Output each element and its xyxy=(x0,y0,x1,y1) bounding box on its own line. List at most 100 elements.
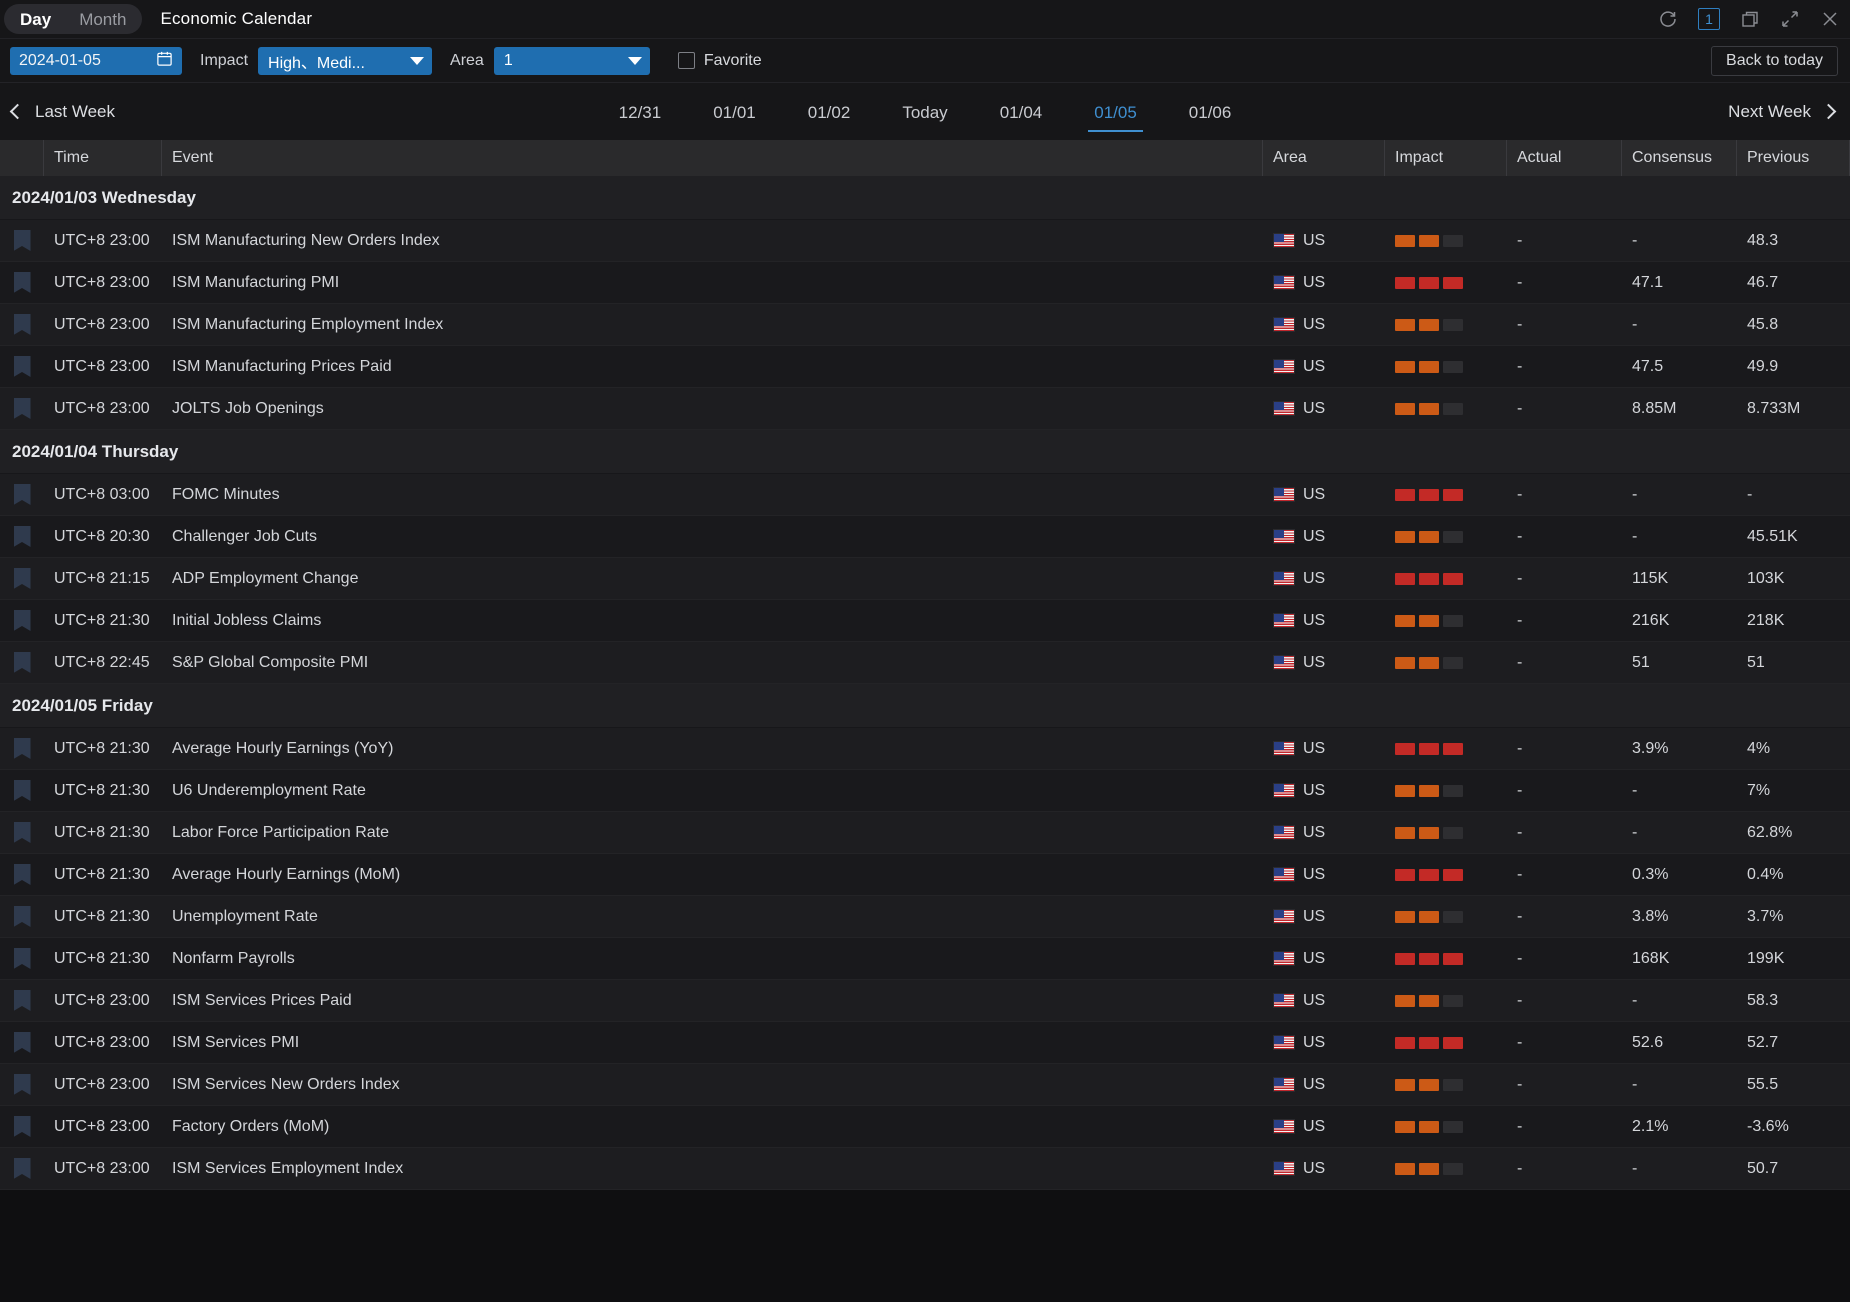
bookmark-icon[interactable] xyxy=(14,652,31,673)
day-tab[interactable]: Today xyxy=(894,86,955,138)
table-row[interactable]: UTC+8 23:00ISM Services PMIUS-52.652.7 xyxy=(0,1022,1850,1064)
day-tab[interactable]: 01/04 xyxy=(992,86,1051,138)
row-bookmark-cell[interactable] xyxy=(0,516,44,558)
restore-icon[interactable] xyxy=(1740,9,1760,29)
bookmark-icon[interactable] xyxy=(14,1116,31,1137)
bookmark-icon[interactable] xyxy=(14,484,31,505)
next-week-button[interactable]: Next Week xyxy=(1728,102,1834,122)
bookmark-icon[interactable] xyxy=(14,906,31,927)
table-row[interactable]: UTC+8 23:00ISM Manufacturing Employment … xyxy=(0,304,1850,346)
row-bookmark-cell[interactable] xyxy=(0,346,44,388)
table-row[interactable]: UTC+8 23:00ISM Manufacturing PMIUS-47.14… xyxy=(0,262,1850,304)
row-bookmark-cell[interactable] xyxy=(0,304,44,346)
column-header-area[interactable]: Area xyxy=(1263,140,1385,176)
table-row[interactable]: UTC+8 23:00ISM Services New Orders Index… xyxy=(0,1064,1850,1106)
table-row[interactable]: UTC+8 21:30Average Hourly Earnings (MoM)… xyxy=(0,854,1850,896)
table-row[interactable]: UTC+8 21:30Unemployment RateUS-3.8%3.7% xyxy=(0,896,1850,938)
row-bookmark-cell[interactable] xyxy=(0,600,44,642)
bookmark-icon[interactable] xyxy=(14,272,31,293)
table-row[interactable]: UTC+8 22:45S&P Global Composite PMIUS-51… xyxy=(0,642,1850,684)
row-bookmark-cell[interactable] xyxy=(0,1148,44,1190)
row-bookmark-cell[interactable] xyxy=(0,728,44,770)
row-bookmark-cell[interactable] xyxy=(0,1022,44,1064)
us-flag-icon xyxy=(1273,1161,1295,1176)
row-bookmark-cell[interactable] xyxy=(0,1064,44,1106)
bookmark-icon[interactable] xyxy=(14,356,31,377)
mode-month-button[interactable]: Month xyxy=(65,5,140,34)
table-row[interactable]: UTC+8 21:30Initial Jobless ClaimsUS-216K… xyxy=(0,600,1850,642)
column-header-previous[interactable]: Previous xyxy=(1737,140,1850,176)
row-bookmark-cell[interactable] xyxy=(0,558,44,600)
table-row[interactable]: UTC+8 23:00Factory Orders (MoM)US-2.1%-3… xyxy=(0,1106,1850,1148)
impact-filter-select[interactable]: High、Medi... xyxy=(258,47,432,75)
bookmark-icon[interactable] xyxy=(14,1032,31,1053)
impact-indicator xyxy=(1395,277,1463,289)
bookmark-icon[interactable] xyxy=(14,568,31,589)
row-bookmark-cell[interactable] xyxy=(0,262,44,304)
row-event-name: Labor Force Participation Rate xyxy=(162,812,1263,854)
row-bookmark-cell[interactable] xyxy=(0,388,44,430)
table-row[interactable]: UTC+8 23:00JOLTS Job OpeningsUS-8.85M8.7… xyxy=(0,388,1850,430)
table-row[interactable]: UTC+8 21:30Nonfarm PayrollsUS-168K199K xyxy=(0,938,1850,980)
table-row[interactable]: UTC+8 20:30Challenger Job CutsUS--45.51K xyxy=(0,516,1850,558)
table-row[interactable]: UTC+8 03:00FOMC MinutesUS--- xyxy=(0,474,1850,516)
column-header-actual[interactable]: Actual xyxy=(1507,140,1622,176)
us-flag-icon xyxy=(1273,233,1295,248)
column-header-time[interactable]: Time xyxy=(44,140,162,176)
date-picker-input[interactable]: 2024-01-05 xyxy=(10,47,182,75)
bookmark-icon[interactable] xyxy=(14,1074,31,1095)
day-tab[interactable]: 01/02 xyxy=(800,86,859,138)
table-row[interactable]: UTC+8 23:00ISM Services Prices PaidUS--5… xyxy=(0,980,1850,1022)
bookmark-icon[interactable] xyxy=(14,780,31,801)
table-row[interactable]: UTC+8 21:30Labor Force Participation Rat… xyxy=(0,812,1850,854)
area-value-wrap: US xyxy=(1273,316,1325,334)
favorite-checkbox[interactable] xyxy=(678,52,695,69)
refresh-icon[interactable] xyxy=(1658,9,1678,29)
row-bookmark-cell[interactable] xyxy=(0,770,44,812)
bookmark-icon[interactable] xyxy=(14,1158,31,1179)
column-header-consensus[interactable]: Consensus xyxy=(1622,140,1737,176)
day-tab[interactable]: 01/01 xyxy=(705,86,764,138)
table-body[interactable]: 2024/01/03 WednesdayUTC+8 23:00ISM Manuf… xyxy=(0,176,1850,1302)
window-count-badge[interactable]: 1 xyxy=(1698,8,1720,30)
row-bookmark-cell[interactable] xyxy=(0,474,44,516)
bookmark-icon[interactable] xyxy=(14,822,31,843)
row-bookmark-cell[interactable] xyxy=(0,980,44,1022)
day-tab[interactable]: 01/05 xyxy=(1086,86,1145,138)
favorite-filter-toggle[interactable]: Favorite xyxy=(678,52,762,70)
column-header-event[interactable]: Event xyxy=(162,140,1263,176)
bookmark-icon[interactable] xyxy=(14,610,31,631)
view-mode-switch[interactable]: Day Month xyxy=(4,4,142,34)
table-row[interactable]: UTC+8 23:00ISM Manufacturing Prices Paid… xyxy=(0,346,1850,388)
maximize-icon[interactable] xyxy=(1780,9,1800,29)
row-bookmark-cell[interactable] xyxy=(0,1106,44,1148)
row-area: US xyxy=(1263,980,1385,1022)
bookmark-icon[interactable] xyxy=(14,864,31,885)
row-bookmark-cell[interactable] xyxy=(0,642,44,684)
bookmark-icon[interactable] xyxy=(14,526,31,547)
table-row[interactable]: UTC+8 21:30U6 Underemployment RateUS--7% xyxy=(0,770,1850,812)
area-filter-select[interactable]: 1 xyxy=(494,47,650,75)
bookmark-icon[interactable] xyxy=(14,990,31,1011)
row-bookmark-cell[interactable] xyxy=(0,220,44,262)
column-header-impact[interactable]: Impact xyxy=(1385,140,1507,176)
row-bookmark-cell[interactable] xyxy=(0,812,44,854)
day-tab[interactable]: 12/31 xyxy=(611,86,670,138)
bookmark-icon[interactable] xyxy=(14,314,31,335)
back-to-today-button[interactable]: Back to today xyxy=(1711,46,1838,76)
table-row[interactable]: UTC+8 21:30Average Hourly Earnings (YoY)… xyxy=(0,728,1850,770)
impact-indicator xyxy=(1395,995,1463,1007)
row-bookmark-cell[interactable] xyxy=(0,938,44,980)
row-bookmark-cell[interactable] xyxy=(0,854,44,896)
row-bookmark-cell[interactable] xyxy=(0,896,44,938)
close-icon[interactable] xyxy=(1820,9,1840,29)
mode-day-button[interactable]: Day xyxy=(6,5,65,34)
bookmark-icon[interactable] xyxy=(14,398,31,419)
bookmark-icon[interactable] xyxy=(14,948,31,969)
table-row[interactable]: UTC+8 23:00ISM Services Employment Index… xyxy=(0,1148,1850,1190)
table-row[interactable]: UTC+8 21:15ADP Employment ChangeUS-115K1… xyxy=(0,558,1850,600)
bookmark-icon[interactable] xyxy=(14,738,31,759)
bookmark-icon[interactable] xyxy=(14,230,31,251)
table-row[interactable]: UTC+8 23:00ISM Manufacturing New Orders … xyxy=(0,220,1850,262)
day-tab[interactable]: 01/06 xyxy=(1181,86,1240,138)
